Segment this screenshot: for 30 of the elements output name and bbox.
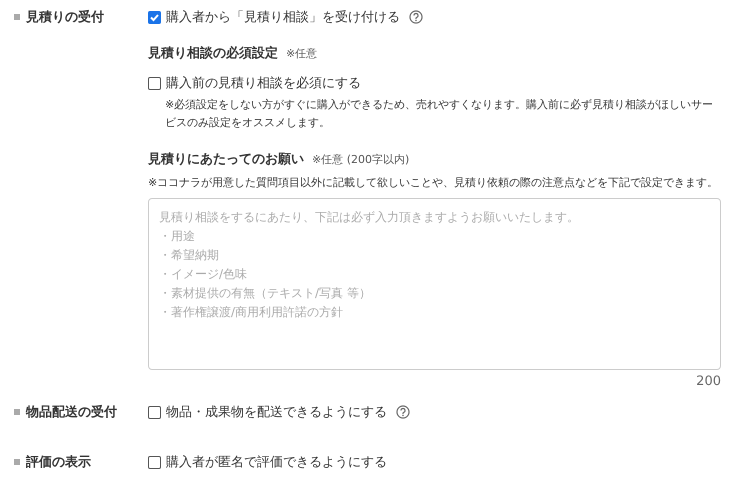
placeholder-line: ・イメージ/色味 (159, 266, 248, 283)
row-label: 見積りの受付 (26, 8, 104, 26)
section-hint: ※任意 (286, 46, 318, 61)
checkbox-label: 購入者から「見積り相談」を受け付ける (166, 9, 400, 26)
note-text: ※必須設定をしない方がすぐに購入ができるため、売れやすくなります。購入前に必ず見積り相談がほしいサービスのみ設定をオススメします。 (164, 97, 714, 131)
bullet-icon (14, 409, 20, 415)
section-hint: ※任意 (200字以内) (312, 152, 410, 167)
bullet-icon (14, 459, 20, 465)
checkbox-label: 購入者が匿名で評価できるようにする (166, 454, 387, 471)
help-icon[interactable] (396, 405, 410, 419)
bullet-icon (14, 14, 20, 20)
placeholder-line: ・素材提供の有無（テキスト/写真 等） (159, 285, 371, 302)
checkbox-label: 購入前の見積り相談を必須にする (166, 75, 361, 92)
checkbox[interactable] (148, 406, 161, 418)
checkbox[interactable] (148, 76, 161, 90)
placeholder-line: ・用途 (159, 228, 195, 245)
placeholder-line: ・希望納期 (159, 247, 219, 264)
checkbox-label: 物品・成果物を配送できるようにする (166, 404, 387, 421)
help-icon[interactable] (409, 10, 423, 24)
description-text: ※ココナラが用意した質問項目以外に記載して欲しいことや、見積り依頼の際の注意点などを下記で設定できます。 (148, 175, 720, 191)
section-title: 見積り相談の必須設定 (148, 44, 278, 62)
checkbox[interactable] (148, 456, 161, 468)
row-label: 物品配送の受付 (26, 404, 117, 421)
request-textarea[interactable]: 見積り相談をするにあたり、下記は必ず入力頂きますようお願いいたします。 ・用途 ・希望納期 ・イメージ/色味 ・素材提供の有無（テキスト/写真 等） ・著作権譲渡/商用利用許諾の方針 (148, 198, 721, 370)
row-label: 評価の表示 (26, 454, 91, 471)
section-title: 見積りにあたってのお願い (148, 151, 304, 168)
placeholder-line: ・著作権譲渡/商用利用許諾の方針 (159, 304, 344, 321)
character-counter: 200 (696, 374, 721, 389)
checkbox[interactable] (148, 10, 161, 24)
placeholder-line: 見積り相談をするにあたり、下記は必ず入力頂きますようお願いいたします。 (159, 209, 579, 226)
